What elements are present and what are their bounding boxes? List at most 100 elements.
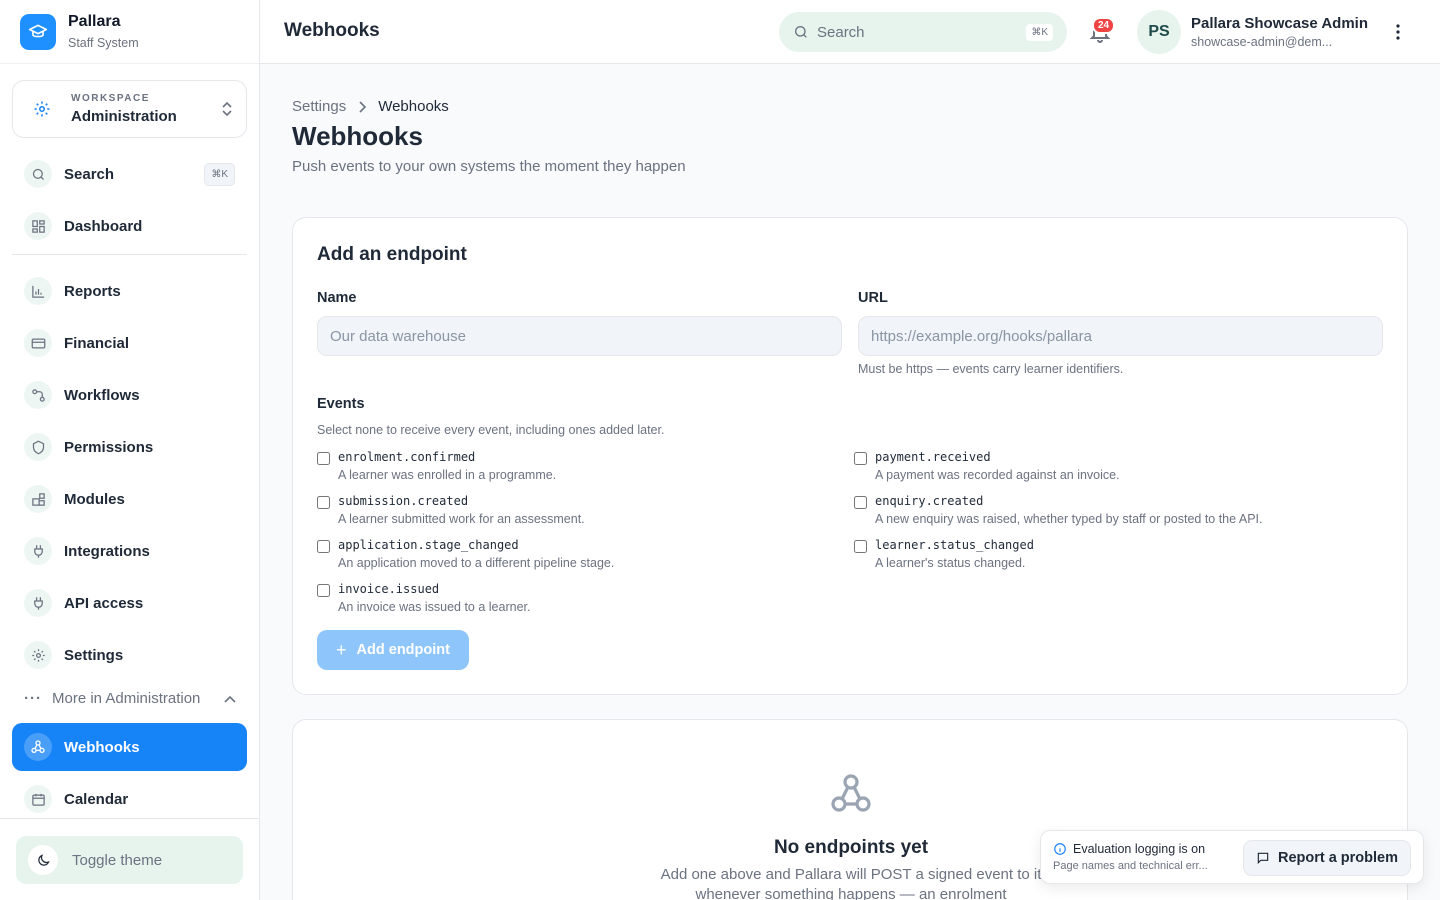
shortcut-badge: ⌘K bbox=[204, 162, 235, 186]
sidebar-item-permissions[interactable]: Permissions bbox=[12, 423, 247, 471]
event-name: enrolment.confirmed bbox=[338, 450, 476, 464]
modules-icon bbox=[24, 485, 52, 513]
workspace-value: Administration bbox=[71, 108, 177, 125]
event-checkbox[interactable] bbox=[854, 452, 867, 465]
sidebar-item-label: Search bbox=[64, 165, 115, 183]
webhook-icon bbox=[831, 774, 871, 812]
message-icon bbox=[1257, 852, 1269, 865]
global-search[interactable]: ⌘K bbox=[779, 12, 1067, 52]
url-field[interactable] bbox=[858, 316, 1383, 356]
event-name: submission.created bbox=[338, 494, 469, 508]
search-icon bbox=[795, 26, 807, 38]
sidebar-item-label: Reports bbox=[64, 282, 121, 300]
sidebar-item-dashboard[interactable]: Dashboard bbox=[12, 202, 247, 250]
event-description: A learner submitted work for an assessme… bbox=[338, 512, 585, 526]
sidebar-item-search[interactable]: Search ⌘K bbox=[12, 150, 247, 198]
add-endpoint-button[interactable]: + Add endpoint bbox=[317, 630, 469, 670]
event-checkbox[interactable] bbox=[317, 452, 330, 465]
webhook-icon bbox=[24, 733, 52, 761]
more-in-administration-toggle[interactable]: ··· More in Administration bbox=[24, 690, 236, 707]
sidebar-item-label: Webhooks bbox=[64, 738, 140, 756]
event-checkbox[interactable] bbox=[317, 496, 330, 509]
moon-icon bbox=[28, 845, 58, 875]
add-endpoint-card: Add an endpoint Name URL Must be https —… bbox=[292, 217, 1408, 695]
sidebar-item-label: API access bbox=[64, 594, 144, 612]
sidebar-item-calendar[interactable]: Calendar bbox=[12, 775, 247, 823]
chevron-updown-icon bbox=[222, 101, 232, 117]
event-name: learner.status_changed bbox=[875, 538, 1034, 552]
user-name: Pallara Showcase Admin bbox=[1191, 15, 1369, 32]
shield-icon bbox=[24, 433, 52, 461]
event-checkbox[interactable] bbox=[854, 496, 867, 509]
brand-name: Pallara bbox=[68, 13, 121, 30]
search-input[interactable] bbox=[817, 23, 1017, 41]
search-icon bbox=[24, 160, 52, 188]
page-subtitle: Push events to your own systems the mome… bbox=[292, 158, 686, 175]
graduation-cap-icon bbox=[20, 13, 56, 50]
card-title: Add an endpoint bbox=[317, 244, 467, 265]
breadcrumb: Settings Webhooks bbox=[292, 98, 449, 115]
event-name: invoice.issued bbox=[338, 582, 440, 596]
event-description: A payment was recorded against an invoic… bbox=[875, 468, 1120, 482]
dashboard-icon bbox=[24, 212, 52, 240]
more-vertical-icon[interactable] bbox=[1390, 22, 1406, 42]
breadcrumb-settings-link[interactable]: Settings bbox=[292, 98, 346, 115]
name-field-label: Name bbox=[317, 290, 357, 306]
sidebar-item-label: Calendar bbox=[64, 790, 129, 808]
event-checkbox[interactable] bbox=[317, 584, 330, 597]
evaluation-logging-toast: Evaluation logging is on Page names and … bbox=[1040, 830, 1424, 884]
sidebar-item-workflows[interactable]: Workflows bbox=[12, 371, 247, 419]
toggle-theme-button[interactable]: Toggle theme bbox=[16, 836, 243, 884]
sidebar: Pallara Staff System WORKSPACE Administr… bbox=[0, 0, 260, 900]
brand: Pallara Staff System bbox=[0, 0, 259, 64]
notification-count-badge: 24 bbox=[1092, 17, 1116, 34]
sidebar-item-reports[interactable]: Reports bbox=[12, 267, 247, 315]
event-checkbox[interactable] bbox=[317, 540, 330, 553]
sidebar-item-api-access[interactable]: API access bbox=[12, 579, 247, 627]
breadcrumb-current: Webhooks bbox=[378, 98, 449, 115]
workflow-icon bbox=[24, 381, 52, 409]
event-description: An application moved to a different pipe… bbox=[338, 556, 615, 570]
sidebar-item-integrations[interactable]: Integrations bbox=[12, 527, 247, 575]
calendar-icon bbox=[24, 785, 52, 813]
report-problem-label: Report a problem bbox=[1277, 850, 1399, 866]
sidebar-item-label: Dashboard bbox=[64, 217, 143, 235]
sidebar-item-financial[interactable]: Financial bbox=[12, 319, 247, 367]
url-field-label: URL bbox=[858, 290, 888, 306]
events-label: Events bbox=[317, 396, 365, 412]
workspace-label: WORKSPACE bbox=[71, 93, 150, 104]
sidebar-item-label: Modules bbox=[64, 490, 125, 508]
plus-icon: + bbox=[336, 639, 347, 660]
page-title: Webhooks bbox=[292, 121, 423, 151]
gear-icon bbox=[24, 641, 52, 669]
events-hint: Select none to receive every event, incl… bbox=[317, 423, 665, 437]
sidebar-item-webhooks[interactable]: Webhooks bbox=[12, 723, 247, 771]
divider bbox=[0, 818, 259, 819]
sidebar-item-settings[interactable]: Settings bbox=[12, 631, 247, 679]
avatar[interactable]: PS bbox=[1137, 10, 1181, 54]
plug-icon bbox=[24, 589, 52, 617]
add-endpoint-label: Add endpoint bbox=[356, 642, 450, 658]
header-title: Webhooks bbox=[284, 20, 380, 41]
brand-subtitle: Staff System bbox=[68, 36, 139, 50]
event-name: application.stage_changed bbox=[338, 538, 519, 552]
url-hint: Must be https — events carry learner ide… bbox=[858, 362, 1124, 376]
bar-chart-icon bbox=[24, 277, 52, 305]
more-label: More in Administration bbox=[52, 690, 201, 707]
event-description: A learner was enrolled in a programme. bbox=[338, 468, 557, 482]
sidebar-item-label: Financial bbox=[64, 334, 130, 352]
sidebar-item-modules[interactable]: Modules bbox=[12, 475, 247, 523]
report-problem-button[interactable]: Report a problem bbox=[1243, 840, 1411, 876]
sidebar-item-label: Workflows bbox=[64, 386, 140, 404]
event-checkbox[interactable] bbox=[854, 540, 867, 553]
workspace-switcher[interactable]: WORKSPACE Administration bbox=[12, 80, 247, 138]
more-dots-icon: ··· bbox=[24, 690, 42, 707]
divider bbox=[12, 254, 247, 255]
name-field[interactable] bbox=[317, 316, 842, 356]
chevron-right-icon bbox=[359, 100, 367, 113]
sidebar-item-label: Integrations bbox=[64, 542, 150, 560]
sidebar-item-label: Settings bbox=[64, 646, 124, 664]
plug-icon bbox=[24, 537, 52, 565]
toggle-theme-label: Toggle theme bbox=[72, 851, 163, 869]
top-header: Webhooks ⌘K 24 PS Pallara Showcase Admin… bbox=[260, 0, 1440, 64]
